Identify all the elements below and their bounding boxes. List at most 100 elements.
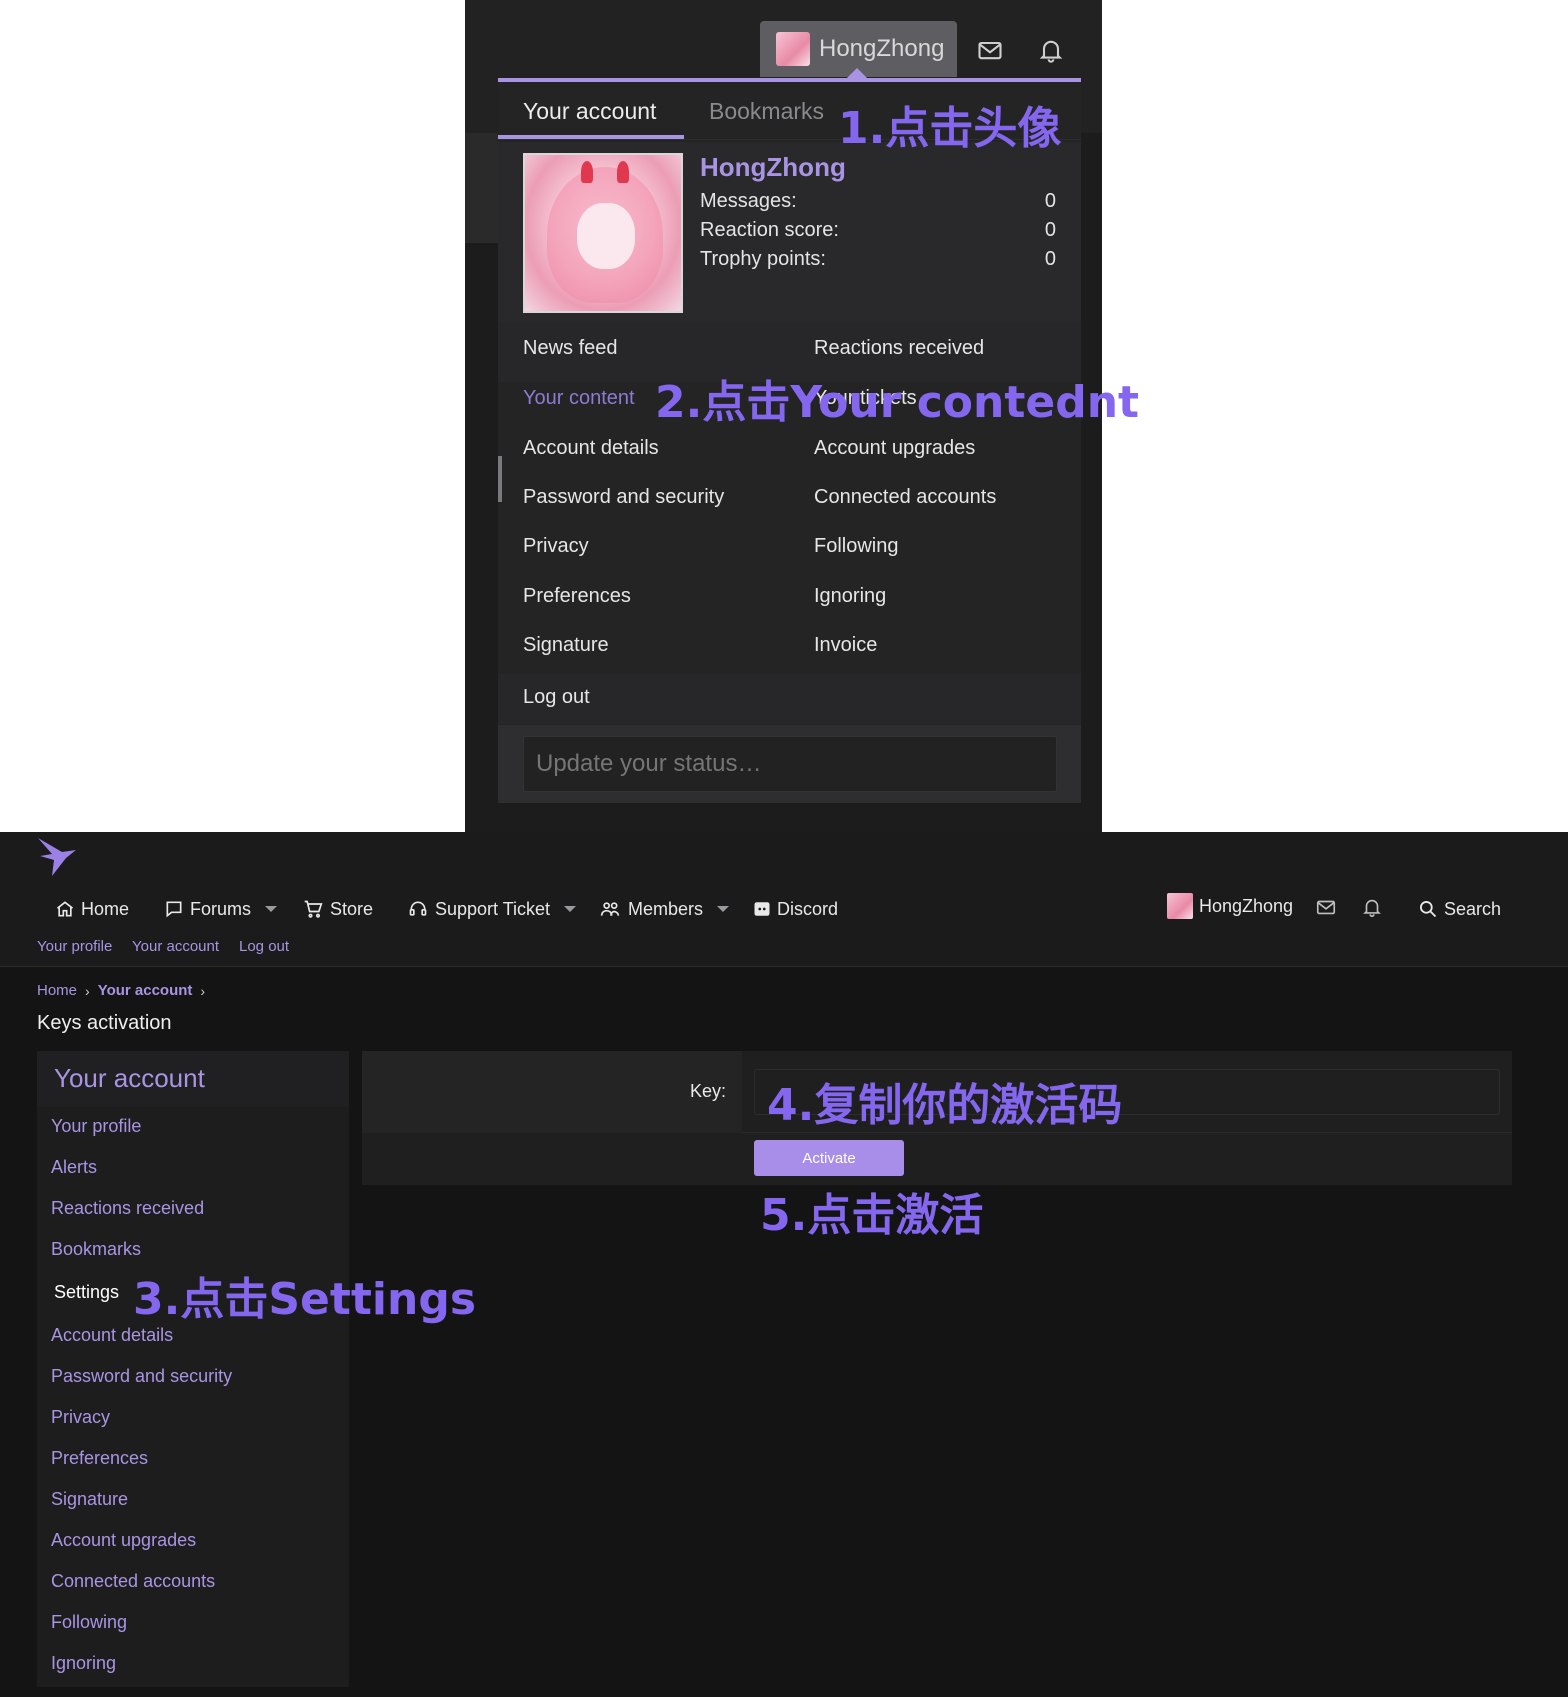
profile-username[interactable]: HongZhong (700, 152, 846, 183)
sidebar-item-ignoring[interactable]: Ignoring (51, 1653, 116, 1674)
nav-store-label: Store (330, 898, 374, 919)
nav-search-label: Search (1444, 898, 1502, 919)
sidebar-header: Your account (37, 1051, 349, 1107)
menu-item-ignoring[interactable]: Ignoring (814, 585, 886, 608)
menu-item-reactions-received[interactable]: Reactions received (814, 337, 984, 360)
annotation-step-2: 2.点击Your contednt (655, 377, 1140, 428)
nav-discord[interactable]: Discord (753, 894, 838, 924)
nav-support-ticket-label: Support Ticket (435, 898, 551, 919)
cart-icon (304, 900, 323, 918)
support-icon (409, 901, 427, 916)
chevron-down-icon[interactable] (717, 906, 730, 912)
members-icon (600, 902, 620, 916)
forum-icon (166, 901, 182, 918)
sub-link-your-profile[interactable]: Your profile (37, 938, 112, 955)
envelope-icon[interactable] (1315, 896, 1337, 923)
stat-label: Reaction score: (700, 219, 839, 241)
discord-icon (754, 902, 770, 916)
menu-item-your-content[interactable]: Your content (523, 387, 635, 410)
menu-item-log-out[interactable]: Log out (523, 686, 590, 709)
nav-discord-label: Discord (777, 898, 839, 919)
nav-forums[interactable]: Forums (164, 894, 278, 924)
key-label-cell: Key: (362, 1051, 742, 1133)
stat-value: 0 (1044, 190, 1056, 212)
nav-members-label: Members (628, 898, 704, 919)
nav-home-label: Home (81, 898, 130, 919)
nav-support-ticket[interactable]: Support Ticket (407, 894, 577, 924)
activate-button[interactable]: Activate (754, 1140, 904, 1176)
sidebar-title: Your account (54, 1063, 205, 1093)
sidebar-item-reactions-received[interactable]: Reactions received (51, 1198, 204, 1219)
key-label: Key: (689, 1081, 726, 1101)
nav-search[interactable]: Search (1418, 894, 1501, 924)
menu-item-preferences[interactable]: Preferences (523, 585, 631, 608)
site-logo-icon[interactable] (36, 836, 80, 878)
account-sidebar: Your account Your profile Alerts Reactio… (37, 1051, 349, 1687)
menu-item-password-security[interactable]: Password and security (523, 486, 724, 509)
breadcrumb-home[interactable]: Home (37, 982, 77, 999)
breadcrumb: Home › Your account › (37, 982, 213, 999)
tab-your-account[interactable]: Your account (523, 98, 656, 125)
bell-icon[interactable] (1361, 896, 1383, 923)
chevron-right-icon: › (85, 982, 90, 999)
sidebar-item-alerts[interactable]: Alerts (51, 1157, 97, 1178)
annotation-step-3: 3.点击Settings (133, 1274, 477, 1325)
envelope-icon[interactable] (976, 36, 1006, 66)
sidebar-item-signature[interactable]: Signature (51, 1489, 128, 1510)
nav-username: HongZhong (1199, 895, 1294, 916)
side-shade (465, 133, 498, 243)
sidebar-item-settings[interactable]: Settings (54, 1282, 119, 1303)
active-tab-underline (498, 135, 684, 139)
home-icon (56, 901, 74, 917)
sub-link-your-account[interactable]: Your account (132, 938, 219, 955)
sidebar-item-your-profile[interactable]: Your profile (51, 1116, 141, 1137)
nav-members[interactable]: Members (598, 894, 730, 924)
sidebar-item-privacy[interactable]: Privacy (51, 1407, 110, 1428)
stat-value: 0 (1044, 248, 1056, 270)
annotation-step-4: 4.复制你的激活码 (767, 1080, 1123, 1131)
stat-label: Messages: (700, 190, 797, 212)
sidebar-item-account-upgrades[interactable]: Account upgrades (51, 1530, 196, 1551)
status-update-area (498, 725, 1081, 803)
sub-link-log-out[interactable]: Log out (239, 938, 289, 955)
stat-trophy-points: Trophy points: 0 (700, 248, 1056, 271)
nav-store[interactable]: Store (302, 894, 373, 924)
nav-home[interactable]: Home (55, 894, 129, 924)
breadcrumb-your-account[interactable]: Your account (98, 982, 193, 999)
chevron-down-icon[interactable] (564, 906, 577, 912)
status-input[interactable] (523, 736, 1057, 792)
menu-item-following[interactable]: Following (814, 535, 898, 558)
sidebar-item-password-security[interactable]: Password and security (51, 1366, 232, 1387)
sidebar-item-preferences[interactable]: Preferences (51, 1448, 148, 1469)
chevron-down-icon[interactable] (265, 906, 278, 912)
menu-item-privacy[interactable]: Privacy (523, 535, 589, 558)
menu-item-signature[interactable]: Signature (523, 634, 609, 657)
sidebar-item-following[interactable]: Following (51, 1612, 127, 1633)
search-icon (1420, 901, 1437, 918)
nav-user-account[interactable]: HongZhong (1167, 893, 1293, 919)
sidebar-item-bookmarks[interactable]: Bookmarks (51, 1239, 141, 1260)
sidebar-item-account-details[interactable]: Account details (51, 1325, 173, 1346)
avatar (1167, 893, 1193, 919)
site-header: Home Forums Store Support Ticket Members (0, 832, 1568, 967)
tab-bookmarks[interactable]: Bookmarks (709, 98, 824, 125)
avatar-face-shape (577, 203, 635, 269)
stat-value: 0 (1044, 219, 1056, 241)
annotation-step-1: 1.点击头像 (838, 103, 1062, 154)
menu-item-news-feed[interactable]: News feed (523, 337, 618, 360)
nav-forums-label: Forums (190, 898, 252, 919)
profile-avatar[interactable] (523, 153, 683, 313)
bell-icon[interactable] (1037, 36, 1067, 66)
avatar (776, 32, 810, 66)
avatar-horn-shape (581, 161, 593, 183)
menu-item-invoice[interactable]: Invoice (814, 634, 877, 657)
page-title: Keys activation (37, 1012, 172, 1034)
menu-item-account-details[interactable]: Account details (523, 437, 659, 460)
menu-item-account-upgrades[interactable]: Account upgrades (814, 437, 975, 460)
menu-item-connected-accounts[interactable]: Connected accounts (814, 486, 996, 509)
stat-label: Trophy points: (700, 248, 826, 270)
account-menu: Your account Bookmarks HongZhong Message… (498, 78, 1081, 803)
annotation-step-5: 5.点击激活 (760, 1190, 984, 1241)
chevron-right-icon: › (200, 982, 206, 999)
sidebar-item-connected-accounts[interactable]: Connected accounts (51, 1571, 215, 1592)
